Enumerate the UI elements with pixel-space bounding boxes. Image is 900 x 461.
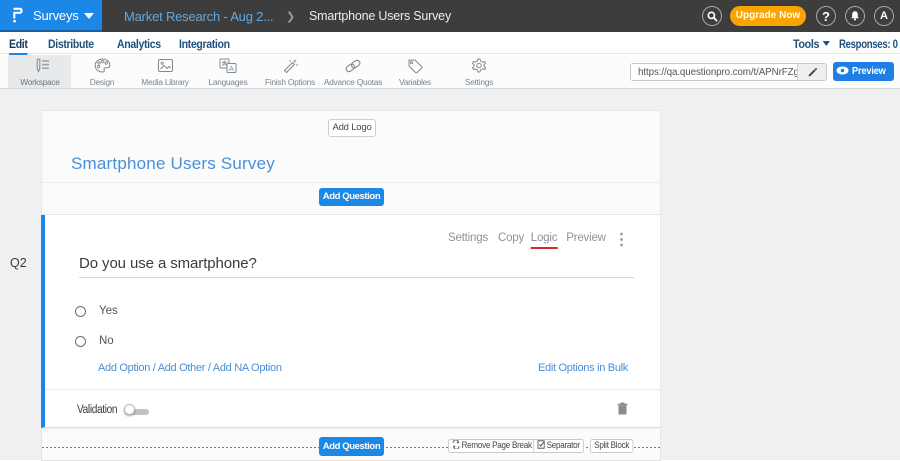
svg-text:A: A [229, 66, 234, 73]
